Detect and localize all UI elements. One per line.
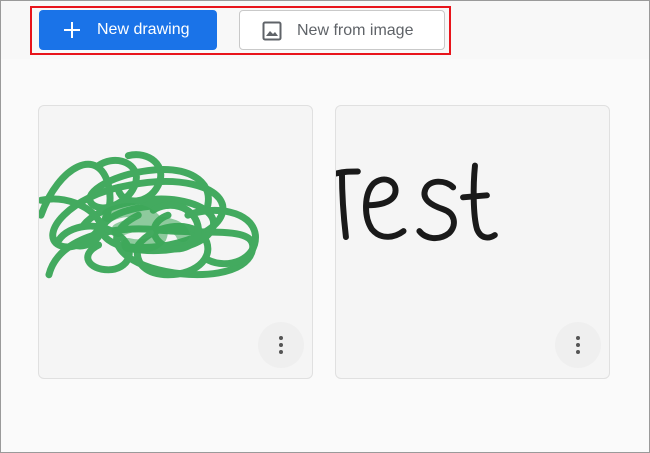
more-options-button[interactable] [258,322,304,368]
more-vert-icon [576,336,580,354]
drawing-card-test[interactable] [335,105,610,379]
more-vert-icon [279,336,283,354]
highlight-outline [30,6,451,55]
more-options-button[interactable] [555,322,601,368]
drawing-card-scribble[interactable] [38,105,313,379]
